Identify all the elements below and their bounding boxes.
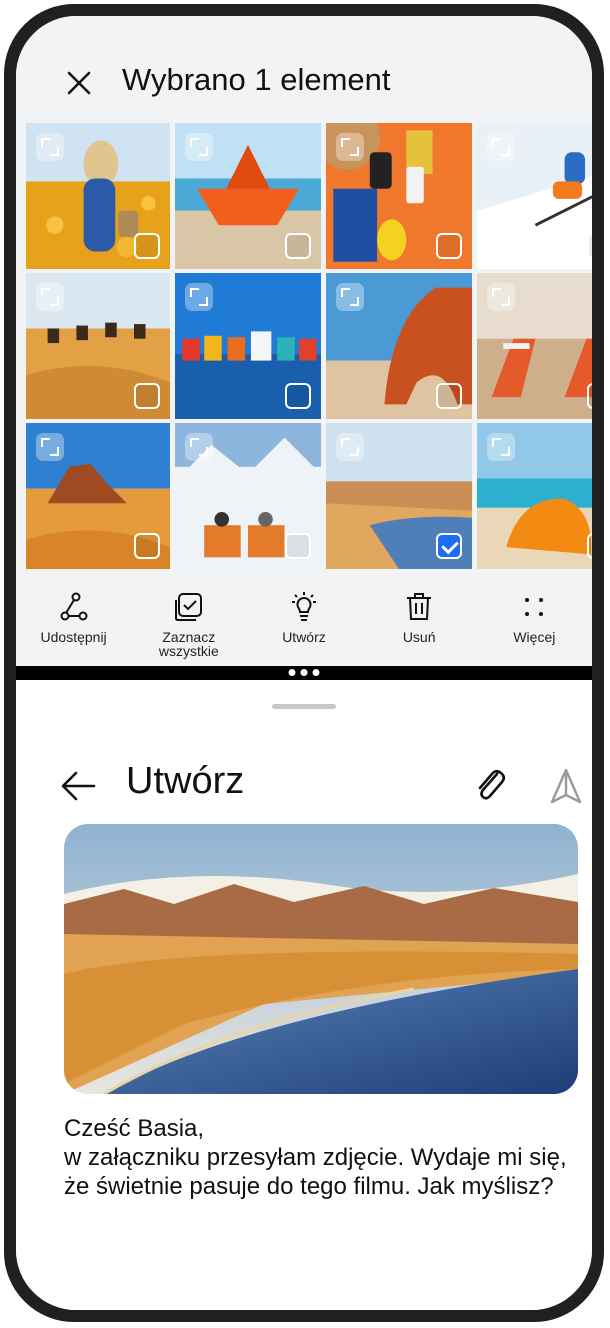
gallery-titlebar: Wybrano 1 element: [16, 16, 592, 124]
select-checkbox[interactable]: [134, 233, 160, 259]
expand-icon[interactable]: [36, 283, 64, 311]
photo-tile[interactable]: [26, 123, 170, 269]
share-label: Udostępnij: [40, 629, 107, 645]
select-checkbox[interactable]: [436, 233, 462, 259]
message-body[interactable]: Cześć Basia, w załączniku przesyłam zdję…: [64, 1114, 574, 1201]
device-frame: Wybrano 1 element Udostępnij Zaznacz wsz…: [4, 4, 604, 1322]
select-checkbox[interactable]: [587, 533, 592, 559]
page-title: Wybrano 1 element: [122, 62, 391, 97]
share-button[interactable]: Udostępnij: [19, 574, 129, 666]
select-checkbox[interactable]: [134, 533, 160, 559]
close-icon[interactable]: [60, 64, 98, 102]
expand-icon[interactable]: [185, 433, 213, 461]
select-checkbox[interactable]: [587, 233, 592, 259]
expand-icon[interactable]: [487, 283, 515, 311]
photo-grid: [26, 123, 592, 573]
select-all-label: Zaznacz wszystkie: [158, 629, 219, 659]
photo-tile[interactable]: [326, 123, 472, 269]
expand-icon[interactable]: [336, 283, 364, 311]
drag-handle[interactable]: [272, 704, 336, 709]
expand-icon[interactable]: [487, 433, 515, 461]
select-checkbox[interactable]: [285, 533, 311, 559]
photo-lakeshore-large: [64, 824, 578, 1094]
compose-pane: Utwórz Cześć Basia, w załączniku przesył…: [16, 680, 592, 1310]
expand-icon[interactable]: [36, 433, 64, 461]
compose-title: Utwórz: [126, 760, 245, 802]
delete-label: Usuń: [402, 629, 436, 645]
photo-tile[interactable]: [326, 423, 472, 569]
split-divider[interactable]: [16, 666, 592, 680]
select-checkbox[interactable]: [285, 233, 311, 259]
message-greeting: Cześć Basia,: [64, 1115, 205, 1142]
attached-photo[interactable]: [64, 824, 578, 1094]
create-button[interactable]: Utwórz: [249, 574, 359, 666]
delete-button[interactable]: Usuń: [364, 574, 474, 666]
photo-tile[interactable]: [26, 423, 170, 569]
back-arrow-icon[interactable]: [56, 764, 100, 808]
photo-tile[interactable]: [326, 273, 472, 419]
select-checkbox[interactable]: [436, 383, 462, 409]
expand-icon[interactable]: [336, 133, 364, 161]
expand-icon[interactable]: [336, 433, 364, 461]
select-checkbox[interactable]: [285, 383, 311, 409]
expand-icon[interactable]: [185, 283, 213, 311]
more-label: Więcej: [513, 629, 556, 645]
trash-icon: [407, 593, 432, 620]
select-checkbox[interactable]: [134, 383, 160, 409]
share-icon: [60, 592, 88, 621]
select-all-icon: [174, 593, 202, 621]
expand-icon[interactable]: [487, 133, 515, 161]
split-handle-dots-icon[interactable]: [288, 669, 320, 676]
expand-icon[interactable]: [185, 133, 213, 161]
photo-tile[interactable]: [477, 273, 592, 419]
photo-tile[interactable]: [175, 423, 321, 569]
create-label: Utwórz: [282, 629, 326, 645]
expand-icon[interactable]: [36, 133, 64, 161]
select-checkbox[interactable]: [587, 383, 592, 409]
more-button[interactable]: Więcej: [479, 574, 589, 666]
more-icon: [525, 598, 544, 616]
photo-tile[interactable]: [477, 423, 592, 569]
gallery-pane: Wybrano 1 element Udostępnij Zaznacz wsz…: [16, 16, 592, 666]
select-all-button[interactable]: Zaznacz wszystkie: [134, 574, 244, 666]
screen: Wybrano 1 element Udostępnij Zaznacz wsz…: [16, 16, 592, 1310]
photo-tile[interactable]: [477, 123, 592, 269]
send-icon[interactable]: [548, 766, 584, 806]
message-text: w załączniku przesyłam zdjęcie. Wydaje m…: [64, 1144, 574, 1200]
photo-tile[interactable]: [175, 273, 321, 419]
bottom-toolbar: Udostępnij Zaznacz wszystkie Utwórz Usuń…: [16, 574, 592, 666]
photo-tile[interactable]: [26, 273, 170, 419]
select-checkbox-checked[interactable]: [436, 533, 462, 559]
paperclip-icon[interactable]: [471, 766, 509, 806]
lightbulb-icon: [291, 592, 316, 621]
photo-tile[interactable]: [175, 123, 321, 269]
